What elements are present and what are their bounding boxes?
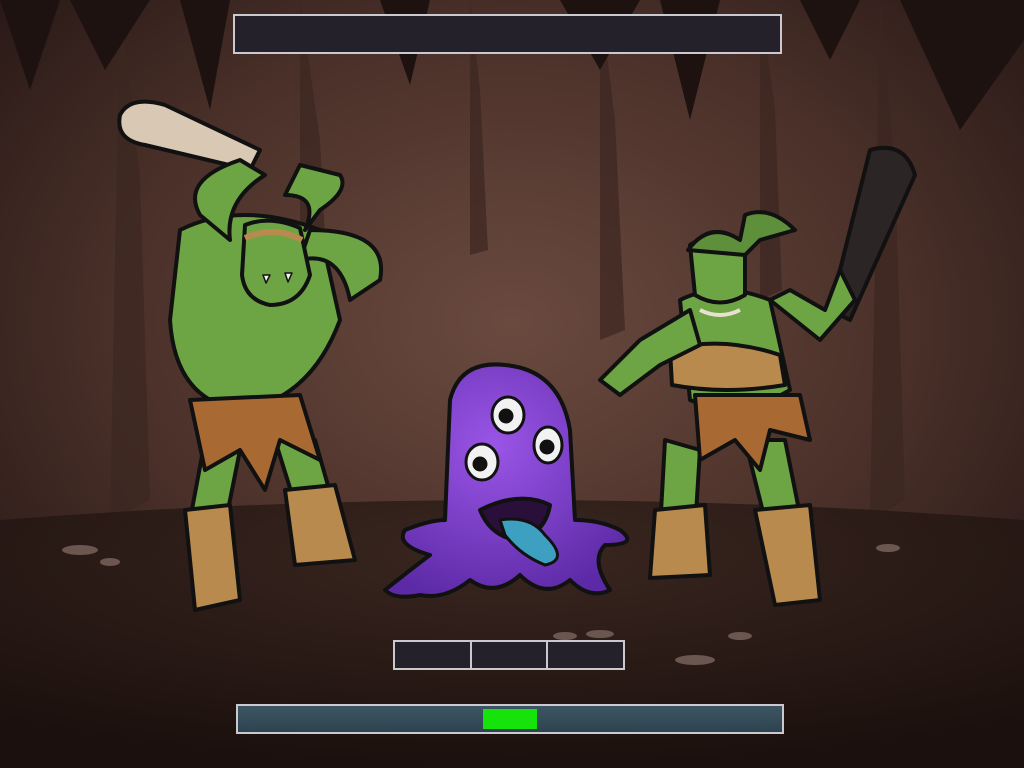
action-slots bbox=[393, 640, 626, 670]
action-slot-1[interactable] bbox=[393, 640, 472, 670]
orc-male-left-boot bbox=[183, 503, 242, 612]
timing-bar[interactable] bbox=[236, 704, 784, 734]
action-slot-2[interactable] bbox=[469, 640, 549, 670]
action-slot-3[interactable] bbox=[546, 640, 626, 670]
timing-target-zone bbox=[482, 709, 538, 729]
orc-female-left-boot bbox=[648, 503, 712, 580]
top-status-bar bbox=[233, 14, 782, 54]
